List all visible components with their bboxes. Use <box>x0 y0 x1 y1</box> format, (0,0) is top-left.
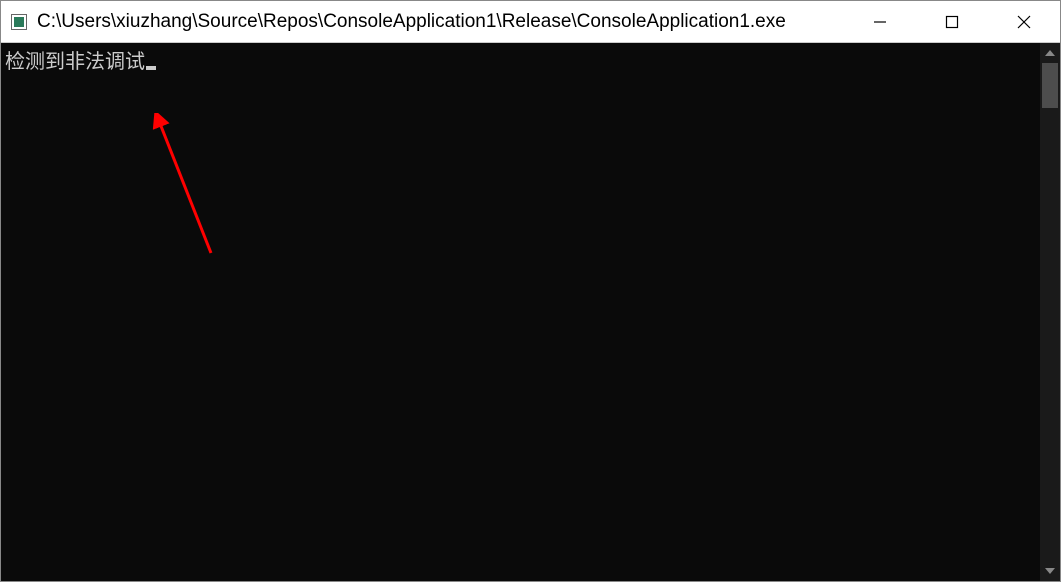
app-icon <box>11 14 27 30</box>
scroll-thumb[interactable] <box>1042 63 1058 108</box>
chevron-down-icon <box>1045 568 1055 574</box>
window-controls <box>844 1 1060 42</box>
chevron-up-icon <box>1045 50 1055 56</box>
window-title: C:\Users\xiuzhang\Source\Repos\ConsoleAp… <box>37 11 844 33</box>
scroll-up-button[interactable] <box>1040 43 1060 63</box>
minimize-button[interactable] <box>844 1 916 42</box>
titlebar[interactable]: C:\Users\xiuzhang\Source\Repos\ConsoleAp… <box>1 1 1060 43</box>
maximize-icon <box>945 15 959 29</box>
close-button[interactable] <box>988 1 1060 42</box>
console-content[interactable]: 检测到非法调试 <box>1 43 1040 581</box>
console-area: 检测到非法调试 <box>1 43 1060 581</box>
scroll-down-button[interactable] <box>1040 561 1060 581</box>
vertical-scrollbar[interactable] <box>1040 43 1060 581</box>
scroll-track[interactable] <box>1040 63 1060 561</box>
close-icon <box>1017 15 1031 29</box>
console-window: C:\Users\xiuzhang\Source\Repos\ConsoleAp… <box>0 0 1061 582</box>
arrow-annotation-icon <box>151 113 251 263</box>
minimize-icon <box>873 15 887 29</box>
text-cursor <box>146 66 156 70</box>
console-output-line: 检测到非法调试 <box>5 49 145 73</box>
maximize-button[interactable] <box>916 1 988 42</box>
